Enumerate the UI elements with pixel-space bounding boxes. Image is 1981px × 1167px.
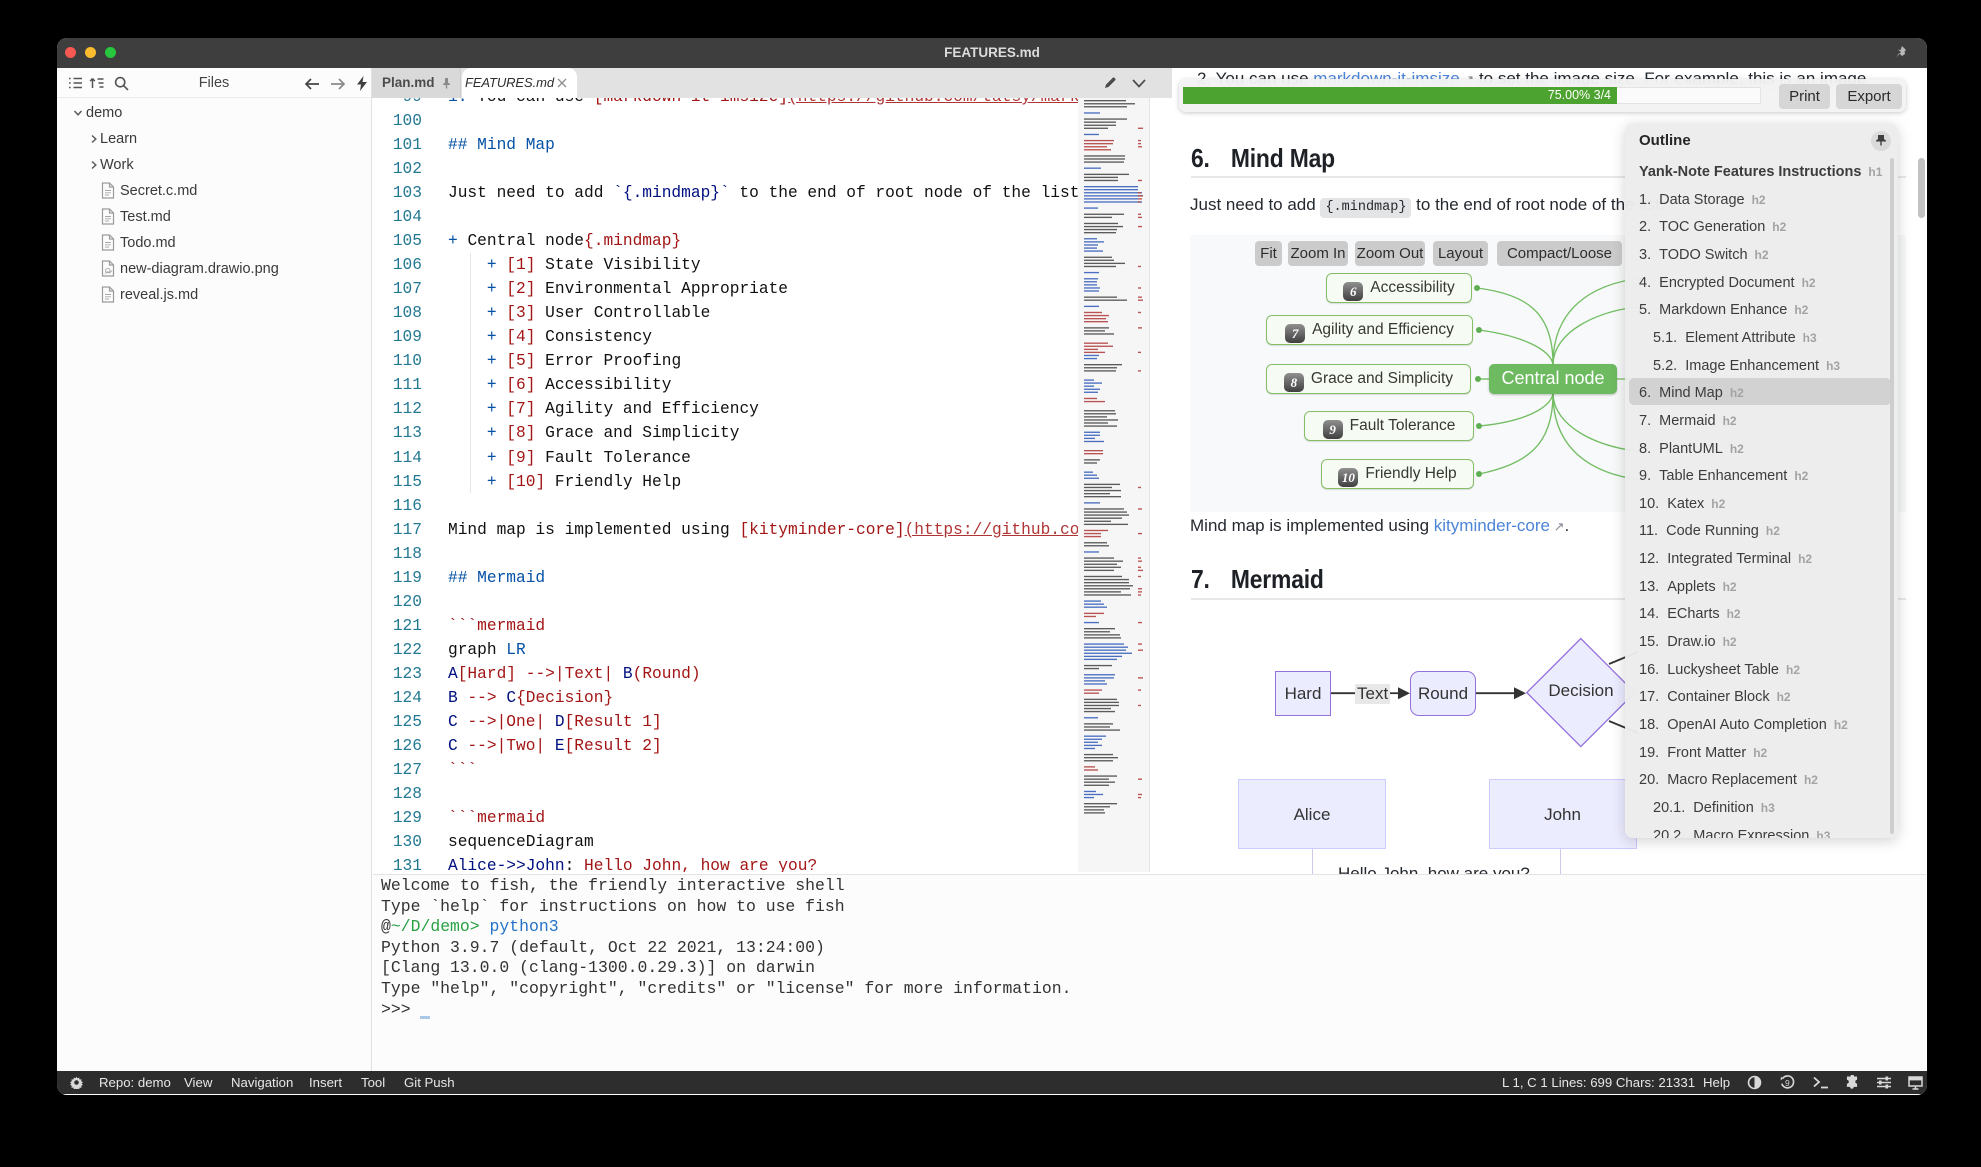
svg-text:9: 9: [1785, 1078, 1790, 1088]
